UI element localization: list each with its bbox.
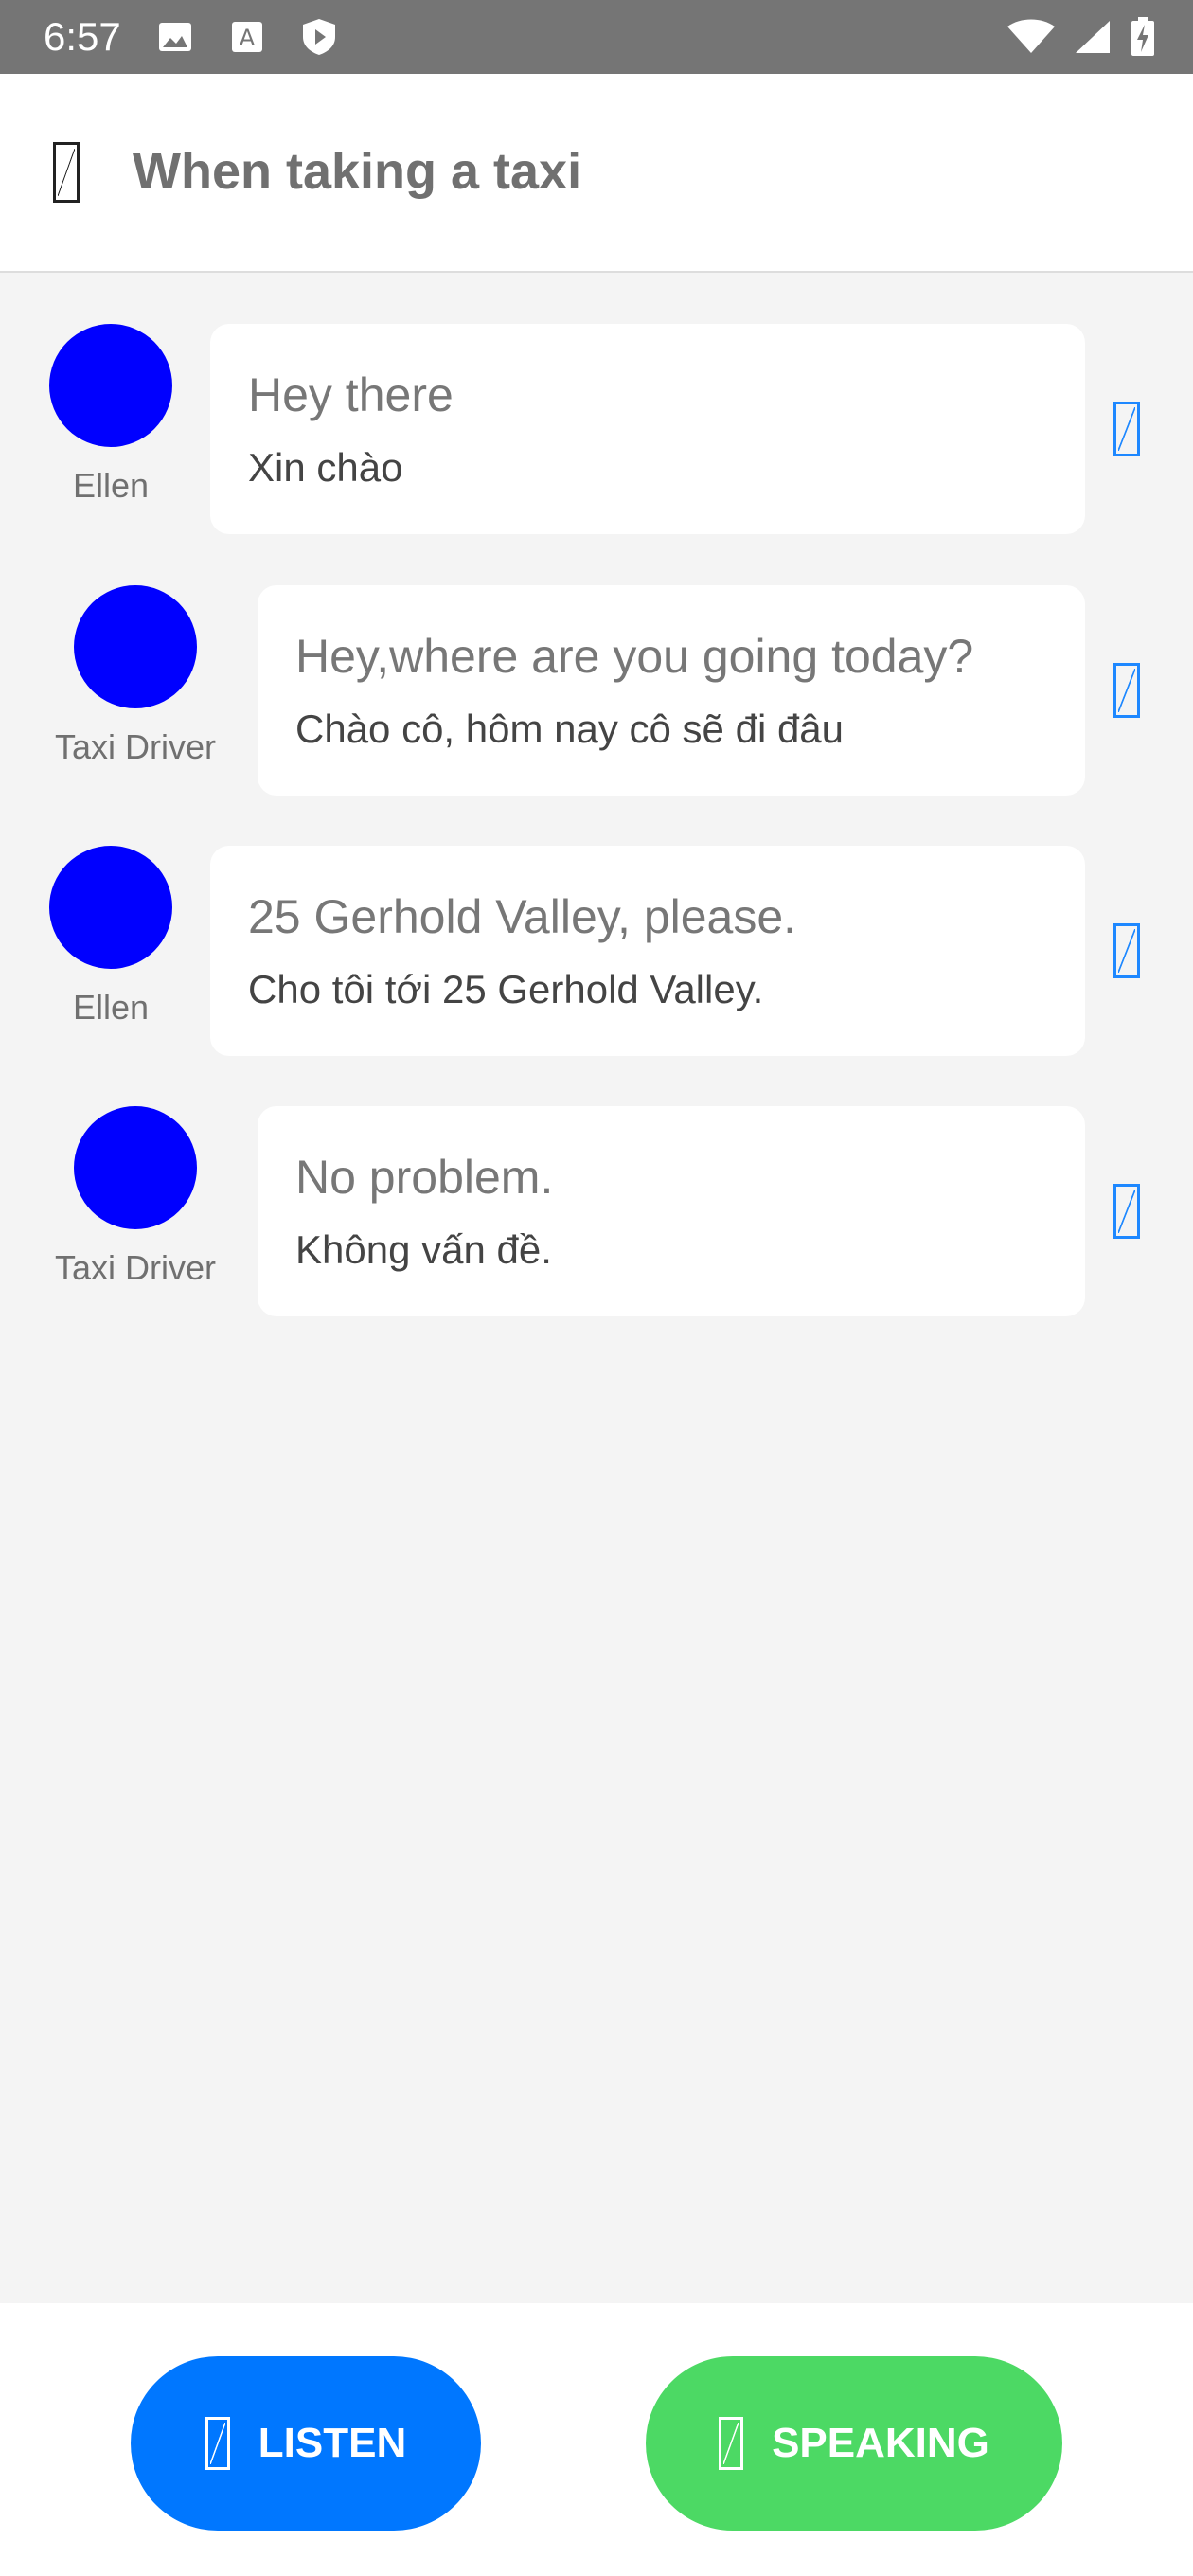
bottom-action-bar: LISTEN SPEAKING [0,2303,1193,2576]
battery-charging-icon [1131,17,1155,56]
app-bar: When taking a taxi [0,74,1193,273]
listen-button[interactable]: LISTEN [131,2356,481,2531]
message-english: 25 Gerhold Valley, please. [248,890,797,943]
message-vietnamese: Không vấn đề. [295,1227,552,1272]
image-icon [157,19,193,55]
speaker-name: Ellen [72,988,150,1027]
back-icon[interactable] [53,142,80,203]
play-audio-icon[interactable] [1113,402,1140,456]
play-audio-icon[interactable] [1113,1184,1140,1239]
avatar [74,1106,197,1229]
avatar [74,585,197,708]
message-english: No problem. [295,1151,554,1204]
speaker-name: Ellen [72,466,150,505]
svg-text:A: A [240,25,256,51]
message-english: Hey,where are you going today? [295,630,974,683]
shield-play-icon [301,19,337,55]
keyboard-a-icon: A [229,19,265,55]
avatar [49,324,172,447]
wifi-icon [1007,19,1055,55]
message-vietnamese: Cho tôi tới 25 Gerhold Valley. [248,967,764,1011]
chat-row: Ellen Hey there Xin chào [0,324,1193,536]
message-bubble: Hey,where are you going today? Chào cô, … [258,585,1085,796]
cell-signal-icon [1074,19,1112,55]
chat-row: Taxi Driver Hey,where are you going toda… [0,585,1193,797]
message-bubble: No problem. Không vấn đề. [258,1106,1085,1316]
play-audio-icon[interactable] [1113,663,1140,718]
status-time: 6:57 [44,14,121,59]
message-vietnamese: Xin chào [248,445,403,490]
chat-row: Ellen 25 Gerhold Valley, please. Cho tôi… [0,846,1193,1058]
speaking-button[interactable]: SPEAKING [646,2356,1062,2531]
listen-label: LISTEN [258,2420,407,2466]
avatar [49,846,172,969]
message-english: Hey there [248,368,454,421]
speaker-name: Taxi Driver [54,1248,216,1287]
page-title: When taking a taxi [133,143,582,200]
microphone-icon [719,2417,744,2470]
headphones-icon [205,2417,230,2470]
message-vietnamese: Chào cô, hôm nay cô sẽ đi đâu [295,707,845,751]
chat-row: Taxi Driver No problem. Không vấn đề. [0,1106,1193,1318]
status-bar: 6:57 A [0,0,1193,74]
message-bubble: 25 Gerhold Valley, please. Cho tôi tới 2… [210,846,1085,1056]
play-audio-icon[interactable] [1113,923,1140,978]
message-bubble: Hey there Xin chào [210,324,1085,534]
speaker-name: Taxi Driver [54,727,216,766]
speaking-label: SPEAKING [772,2420,989,2466]
